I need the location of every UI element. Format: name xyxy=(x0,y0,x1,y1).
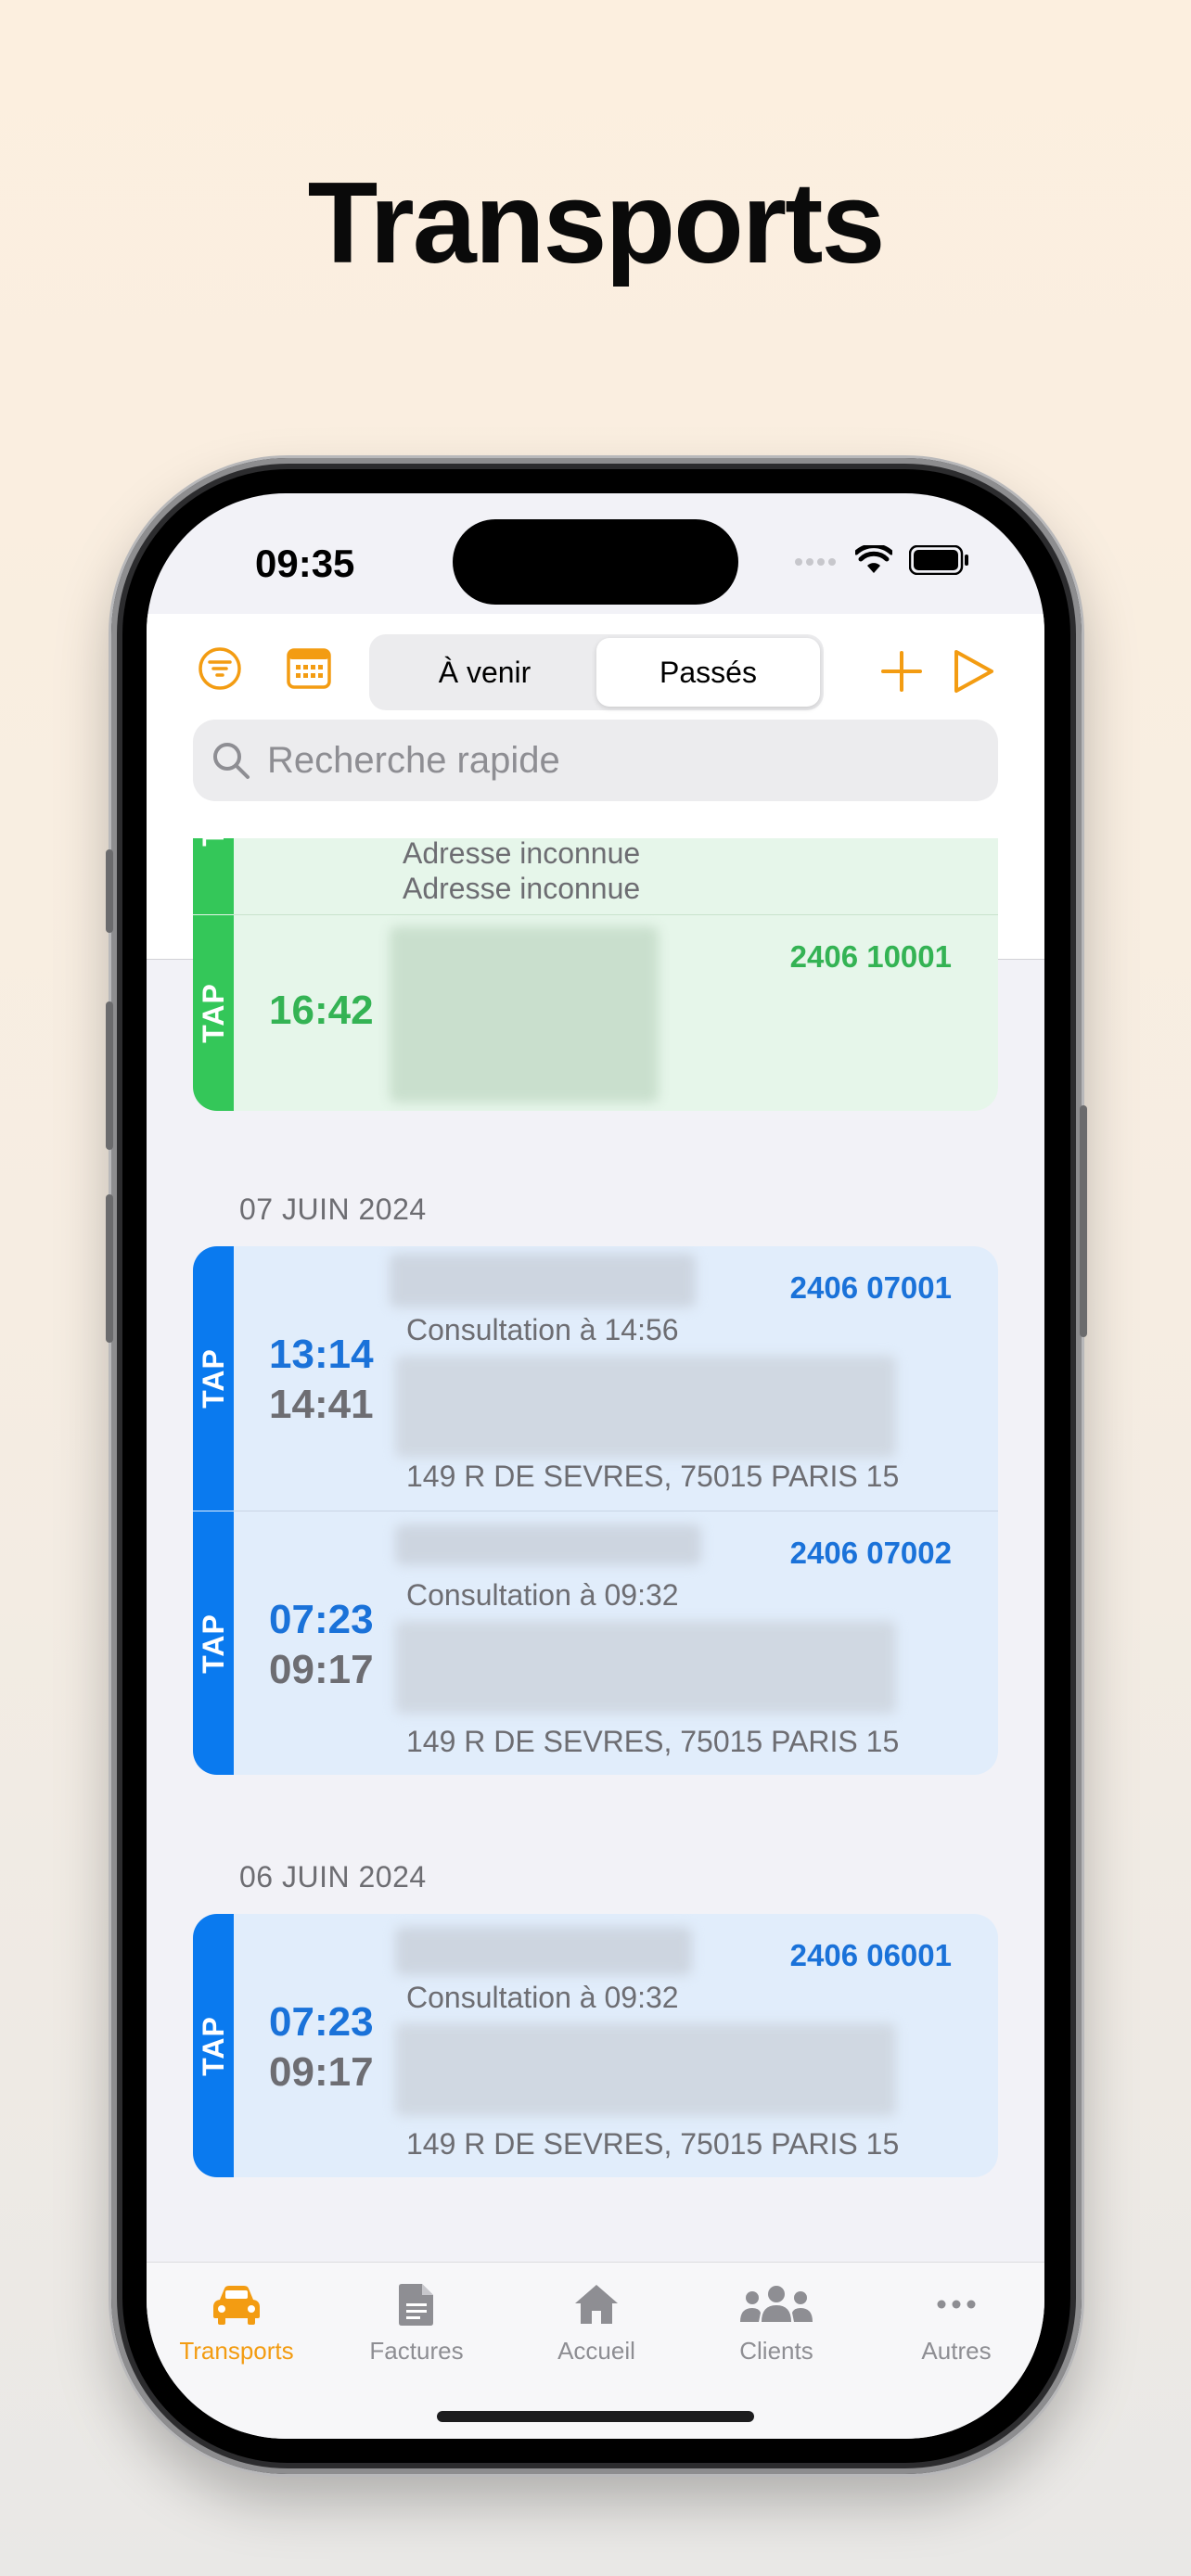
calendar-icon[interactable] xyxy=(286,647,332,690)
tab-label: Clients xyxy=(739,2337,813,2365)
status-icons xyxy=(794,545,970,575)
tab-autres[interactable]: Autres xyxy=(866,2281,1044,2366)
search-field[interactable]: Recherche rapide xyxy=(193,720,998,801)
redacted-info xyxy=(390,1254,696,1307)
segment-past[interactable]: Passés xyxy=(596,638,820,707)
status-time: 09:35 xyxy=(255,542,355,585)
time-start: 07:23 xyxy=(269,1999,374,2045)
redacted-info xyxy=(395,1356,896,1458)
search-placeholder: Recherche rapide xyxy=(267,739,560,781)
volume-down-button xyxy=(106,1194,113,1343)
tab-label: Factures xyxy=(369,2337,464,2365)
play-icon[interactable] xyxy=(950,647,996,695)
transport-row[interactable]: TAP Adresse inconnue Adresse inconnue xyxy=(193,838,998,914)
consultation-note: Consultation à 09:32 xyxy=(406,1981,679,2014)
tag-badge: TAP xyxy=(193,1511,234,1775)
tab-factures[interactable]: Factures xyxy=(327,2281,506,2366)
wifi-icon xyxy=(855,545,892,573)
tab-clients[interactable]: Clients xyxy=(686,2281,866,2366)
section-date: 07 JUIN 2024 xyxy=(239,1192,427,1226)
power-button xyxy=(1080,1105,1087,1337)
add-icon[interactable] xyxy=(879,649,924,694)
consultation-note: Consultation à 09:32 xyxy=(406,1578,679,1612)
transport-list: TAP Adresse inconnue Adresse inconnue TA… xyxy=(147,838,1044,2263)
transport-card: TAP Adresse inconnue Adresse inconnue TA… xyxy=(193,838,998,1111)
time-end: 09:17 xyxy=(269,2049,374,2095)
transport-ref: 2406 07001 xyxy=(789,1270,952,1305)
consultation-note: Consultation à 14:56 xyxy=(406,1313,679,1346)
redacted-info xyxy=(390,926,659,1103)
house-icon xyxy=(575,2285,618,2324)
transport-ref: 2406 07002 xyxy=(789,1536,952,1570)
address-line: Adresse inconnue xyxy=(403,872,641,905)
tag-badge: TAP xyxy=(193,915,234,1111)
address-line: 149 R DE SEVRES, 75015 PARIS 15 xyxy=(406,1725,900,1758)
transport-row[interactable]: TAP 07:23 09:17 2406 07002 Consultation … xyxy=(193,1511,998,1775)
more-icon xyxy=(937,2300,976,2309)
car-icon xyxy=(213,2286,260,2325)
redacted-info xyxy=(395,1524,701,1565)
tab-transports[interactable]: Transports xyxy=(147,2281,327,2366)
filter-icon[interactable] xyxy=(197,645,243,692)
tag-badge: TAP xyxy=(193,1246,234,1511)
redacted-info xyxy=(395,2023,896,2116)
app-screen: 09:35 À venir Passés Recherche rapide TA… xyxy=(147,493,1044,2439)
transport-ref: 2406 10001 xyxy=(789,939,952,974)
tab-accueil[interactable]: Accueil xyxy=(506,2281,686,2366)
transport-row[interactable]: TAP 16:42 2406 10001 xyxy=(193,915,998,1111)
transport-card: TAP 13:14 14:41 2406 07001 Consultation … xyxy=(193,1246,998,1775)
transport-row[interactable]: TAP 07:23 09:17 2406 06001 Consultation … xyxy=(193,1914,998,2177)
transport-ref: 2406 06001 xyxy=(789,1938,952,1972)
time-start: 13:14 xyxy=(269,1332,374,1377)
section-date: 06 JUIN 2024 xyxy=(239,1860,427,1894)
tag-badge: TAP xyxy=(193,838,234,914)
tab-label: Autres xyxy=(921,2337,992,2365)
address-line: 149 R DE SEVRES, 75015 PARIS 15 xyxy=(406,1460,900,1493)
address-line: 149 R DE SEVRES, 75015 PARIS 15 xyxy=(406,2127,900,2161)
volume-up-button xyxy=(106,1001,113,1150)
search-icon xyxy=(213,743,250,779)
redacted-info xyxy=(395,1927,692,1975)
transport-row[interactable]: TAP 13:14 14:41 2406 07001 Consultation … xyxy=(193,1246,998,1511)
tab-label: Accueil xyxy=(557,2337,635,2365)
document-icon xyxy=(399,2284,433,2326)
signal-icon xyxy=(795,558,836,566)
redacted-info xyxy=(395,1621,896,1714)
action-button xyxy=(106,849,113,933)
battery-icon xyxy=(909,545,968,575)
tag-badge: TAP xyxy=(193,1914,234,2177)
dynamic-island xyxy=(453,519,738,605)
address-line: Adresse inconnue xyxy=(403,838,641,870)
tab-label: Transports xyxy=(179,2337,294,2365)
tab-bar: Transports Factures Accueil Clients Autr… xyxy=(147,2262,1044,2439)
time-end: 14:41 xyxy=(269,1382,374,1427)
time-end: 09:17 xyxy=(269,1647,374,1692)
home-indicator xyxy=(437,2411,754,2422)
segmented-control: À venir Passés xyxy=(369,634,824,710)
page-headline: Transports xyxy=(307,159,886,287)
time-start: 07:23 xyxy=(269,1597,374,1642)
transport-card: TAP 07:23 09:17 2406 06001 Consultation … xyxy=(193,1914,998,2177)
time-start: 16:42 xyxy=(269,988,374,1033)
segment-upcoming[interactable]: À venir xyxy=(373,638,596,707)
people-icon xyxy=(740,2286,813,2322)
